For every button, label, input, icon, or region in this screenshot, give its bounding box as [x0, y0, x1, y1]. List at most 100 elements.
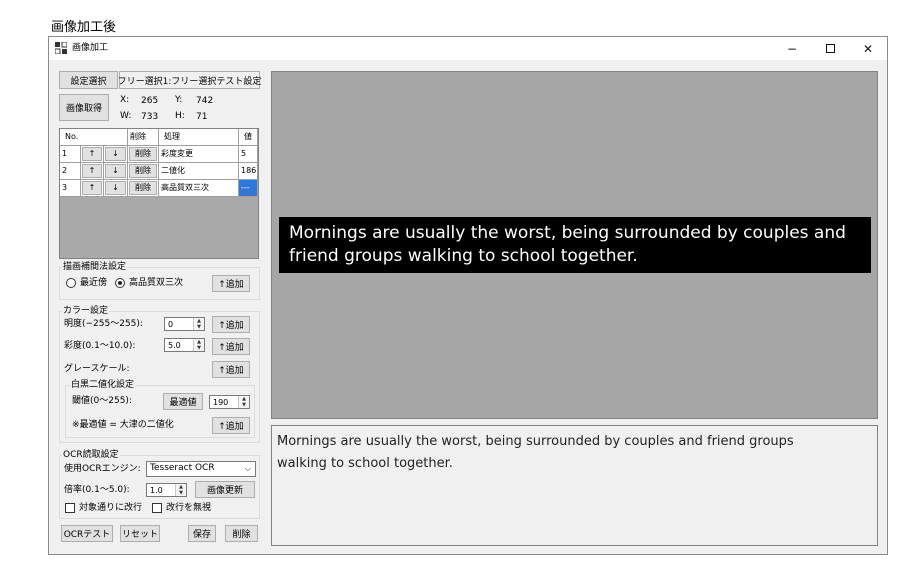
- brightness-value: 0: [168, 320, 174, 329]
- saturation-label: 彩度(0.1〜10.0):: [64, 341, 136, 351]
- chevron-down-icon: ⌵: [244, 464, 251, 473]
- x-label: X:: [120, 95, 130, 105]
- app-icon: [55, 42, 67, 54]
- grayscale-label: グレースケール:: [64, 364, 130, 374]
- optimal-value-button[interactable]: 最適値: [163, 393, 203, 410]
- save-button[interactable]: 保存: [188, 525, 216, 542]
- spin-down-icon: ▼: [242, 401, 246, 408]
- row-process: 高品質双三次: [159, 180, 239, 197]
- image-preview: Mornings are usually the worst, being su…: [271, 71, 878, 419]
- threshold-spin[interactable]: ▲ ▼: [238, 396, 249, 408]
- radio-bicubic[interactable]: [115, 278, 125, 288]
- y-label: Y:: [175, 95, 183, 105]
- spin-down-icon: ▼: [179, 489, 183, 496]
- minimize-button[interactable]: −: [773, 37, 811, 60]
- window-title: 画像加工: [72, 43, 109, 53]
- ignore-newline-checkbox[interactable]: [152, 503, 162, 513]
- header-delete: 削除: [128, 129, 159, 146]
- row-value-selected[interactable]: ---: [239, 180, 258, 197]
- table-row[interactable]: 1 ↑ ↓ 削除 彩度変更 5: [60, 146, 258, 163]
- row-no: 1: [60, 146, 81, 163]
- settings-name-display[interactable]: フリー選択1:フリー選択テスト設定: [118, 71, 261, 89]
- row-value[interactable]: 5: [239, 146, 258, 163]
- spin-down-icon: ▼: [197, 344, 201, 351]
- w-value: 733: [141, 112, 159, 122]
- saturation-spin[interactable]: ▲ ▼: [193, 339, 204, 351]
- row-no: 3: [60, 180, 81, 197]
- grid-header-row: No. 削除 処理 値: [60, 129, 258, 146]
- move-up-button[interactable]: ↑: [82, 181, 102, 195]
- y-value: 742: [196, 96, 214, 106]
- brightness-add-button[interactable]: ↑追加: [212, 316, 250, 333]
- scale-value: 1.0: [150, 486, 163, 495]
- table-row[interactable]: 2 ↑ ↓ 削除 二値化 186: [60, 163, 258, 180]
- capture-image-button[interactable]: 画像取得: [59, 94, 109, 121]
- interpolation-title: 描画補間法設定: [62, 262, 128, 273]
- header-no: No.: [60, 129, 128, 146]
- saturation-stepper[interactable]: 5.0 ▲ ▼: [164, 338, 205, 352]
- row-process: 二値化: [159, 163, 239, 180]
- scale-spin[interactable]: ▲ ▼: [175, 484, 186, 496]
- brightness-spin[interactable]: ▲ ▼: [193, 318, 204, 330]
- move-down-button[interactable]: ↓: [105, 164, 126, 178]
- reset-button[interactable]: リセット: [120, 525, 160, 542]
- move-down-button[interactable]: ↓: [105, 147, 126, 161]
- scale-label: 倍率(0.1〜5.0):: [64, 485, 130, 495]
- image-processing-window: 画像加工 − ✕ 設定選択 フリー選択1:フリー選択テスト設定 画像取得 X: …: [48, 36, 888, 555]
- move-up-button[interactable]: ↑: [82, 164, 102, 178]
- row-process: 彩度変更: [159, 146, 239, 163]
- close-icon: ✕: [862, 41, 874, 56]
- radio-nearest-label: 最近傍: [80, 278, 108, 288]
- row-delete-button[interactable]: 削除: [129, 164, 157, 178]
- spin-down-icon: ▼: [197, 323, 201, 330]
- h-value: 71: [196, 112, 208, 122]
- color-title: カラー設定: [62, 306, 110, 317]
- threshold-value: 190: [213, 398, 229, 407]
- brightness-label: 明度(−255〜255):: [64, 319, 143, 329]
- brightness-stepper[interactable]: 0 ▲ ▼: [164, 317, 205, 331]
- row-value[interactable]: 186: [239, 163, 258, 180]
- ocr-title: OCR読取設定: [62, 450, 120, 461]
- radio-bicubic-label: 高品質双三次: [129, 278, 184, 288]
- outer-caption: 画像加工後: [51, 20, 117, 35]
- w-label: W:: [120, 111, 132, 121]
- delete-setting-button[interactable]: 削除: [225, 525, 258, 542]
- x-value: 265: [141, 96, 159, 106]
- move-down-button[interactable]: ↓: [105, 181, 126, 195]
- maximize-icon: [825, 44, 835, 53]
- h-label: H:: [175, 111, 185, 121]
- binarize-title: 白黒二値化設定: [70, 380, 136, 391]
- radio-nearest[interactable]: [66, 278, 76, 288]
- table-row[interactable]: 3 ↑ ↓ 削除 高品質双三次 ---: [60, 180, 258, 197]
- row-delete-button[interactable]: 削除: [129, 147, 157, 161]
- header-value: 値: [239, 129, 258, 146]
- binarize-add-button[interactable]: ↑追加: [212, 417, 250, 434]
- maximize-button[interactable]: [811, 37, 849, 60]
- header-process: 処理: [159, 129, 239, 146]
- interpolation-add-button[interactable]: ↑追加: [212, 275, 250, 292]
- ocr-engine-select[interactable]: Tesseract OCR ⌵: [146, 461, 256, 477]
- ocr-engine-value: Tesseract OCR: [150, 463, 215, 473]
- preview-subtitle-text: Mornings are usually the worst, being su…: [279, 217, 871, 273]
- wrap-checkbox[interactable]: [65, 503, 75, 513]
- minimize-icon: −: [786, 41, 798, 56]
- row-no: 2: [60, 163, 81, 180]
- move-up-button[interactable]: ↑: [82, 147, 102, 161]
- process-list-grid[interactable]: No. 削除 処理 値 1 ↑ ↓ 削除 彩度変更 5 2 ↑ ↓ 削除 二値化…: [59, 128, 259, 259]
- refresh-image-button[interactable]: 画像更新: [195, 481, 255, 498]
- title-bar[interactable]: 画像加工 − ✕: [49, 37, 887, 60]
- wrap-checkbox-label: 対象通りに改行: [79, 503, 143, 513]
- otsu-note: ※最適値 = 大津の二値化: [72, 420, 174, 430]
- ocr-test-button[interactable]: OCRテスト: [61, 525, 113, 542]
- threshold-stepper[interactable]: 190 ▲ ▼: [209, 395, 250, 409]
- saturation-value: 5.0: [168, 341, 181, 350]
- ocr-result-textbox[interactable]: Mornings are usually the worst, being su…: [271, 425, 878, 546]
- scale-stepper[interactable]: 1.0 ▲ ▼: [146, 483, 187, 497]
- row-delete-button[interactable]: 削除: [129, 181, 157, 195]
- close-button[interactable]: ✕: [849, 37, 887, 60]
- threshold-label: 閾値(0〜255):: [72, 396, 132, 406]
- saturation-add-button[interactable]: ↑追加: [212, 338, 250, 355]
- ocr-engine-label: 使用OCRエンジン:: [64, 464, 141, 474]
- grayscale-add-button[interactable]: ↑追加: [212, 361, 250, 378]
- settings-select-button[interactable]: 設定選択: [59, 71, 118, 89]
